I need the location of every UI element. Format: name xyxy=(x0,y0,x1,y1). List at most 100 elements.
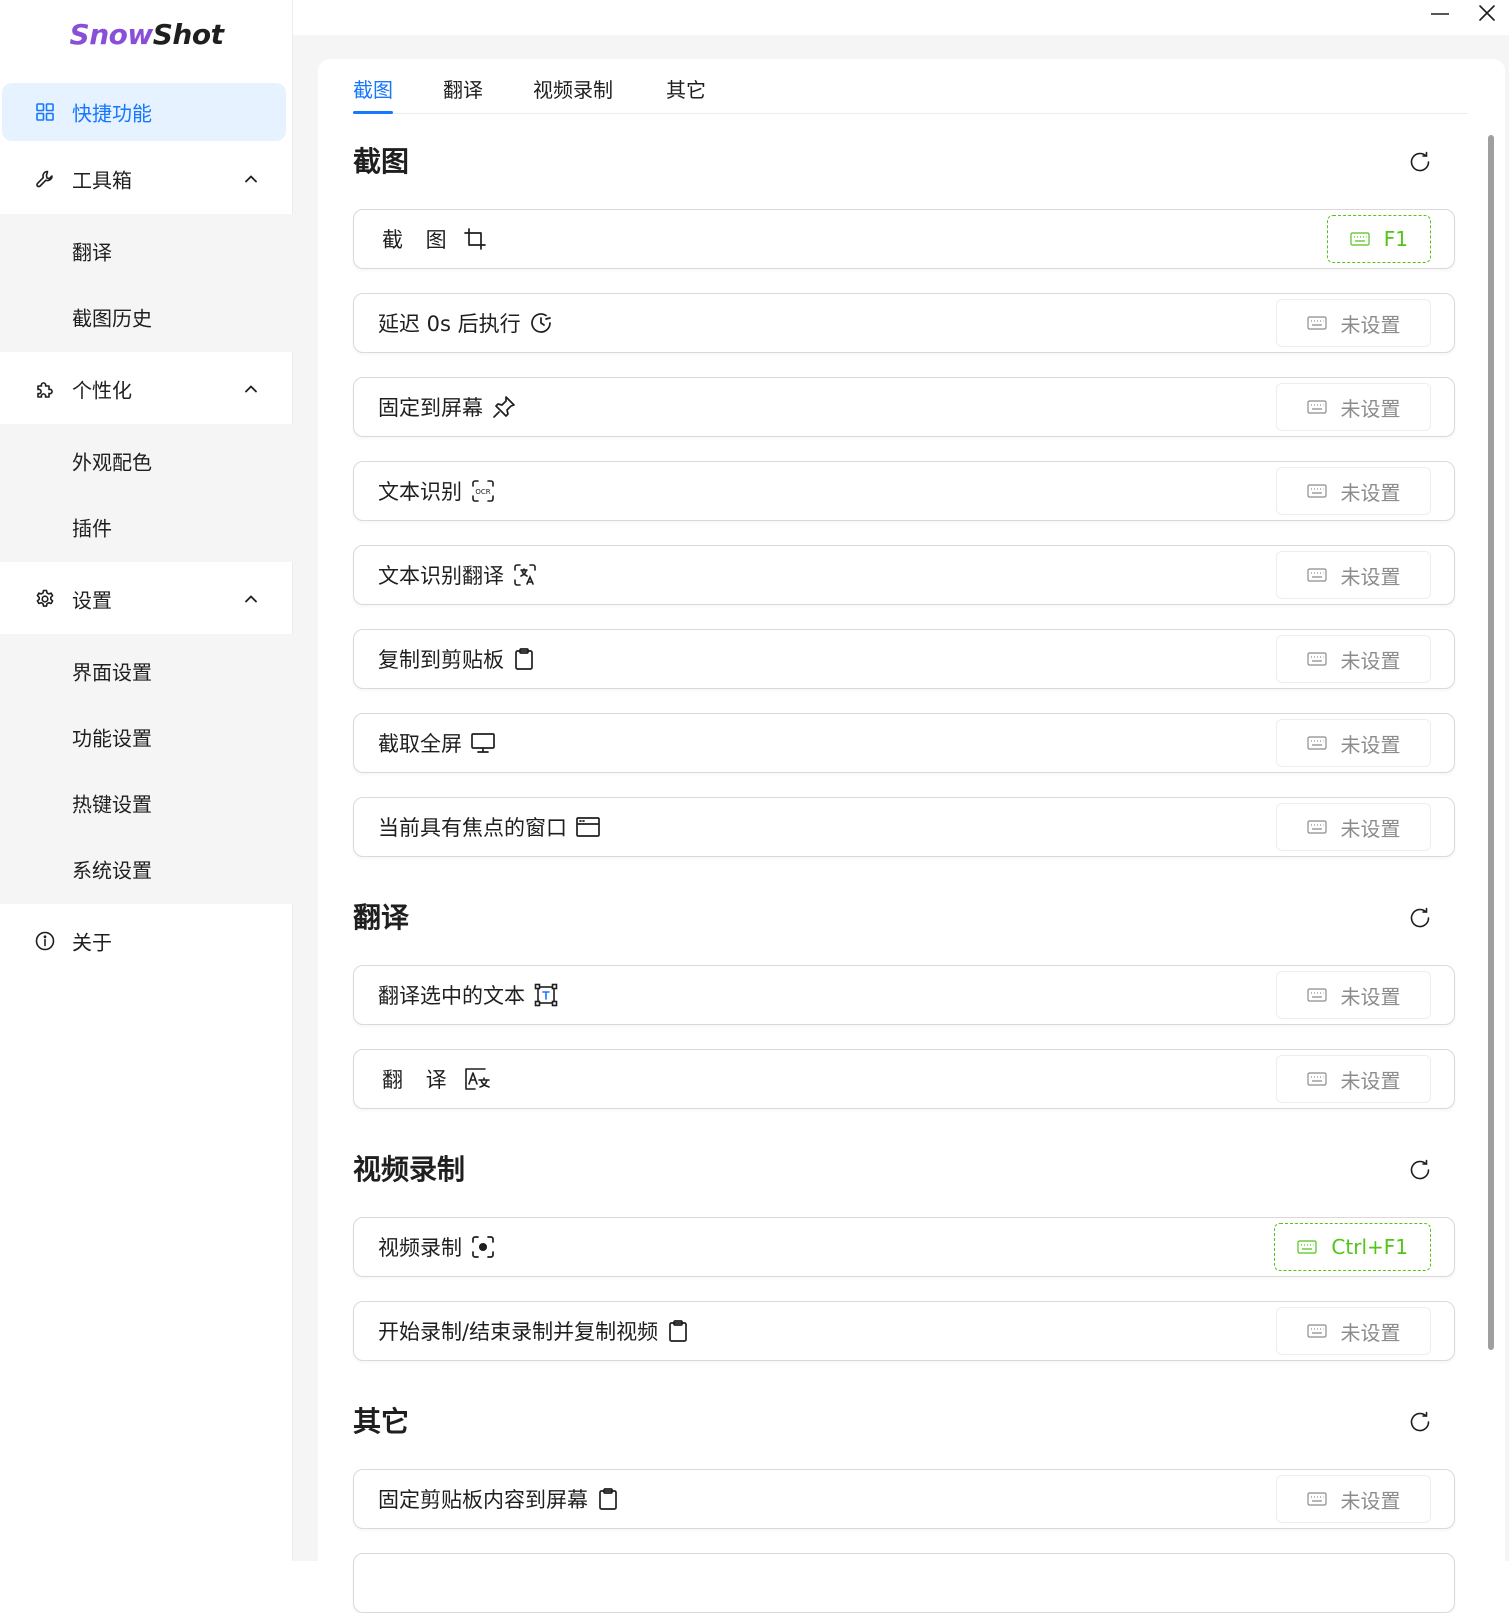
shortcut-row-partial xyxy=(353,1553,1455,1613)
hotkey-input[interactable]: 未设置 xyxy=(1276,635,1431,683)
keyboard-icon xyxy=(1306,1492,1327,1506)
wrench-icon xyxy=(36,170,53,188)
svg-text:OCR: OCR xyxy=(475,488,490,496)
sidebar-item-function-settings[interactable]: 功能设置 xyxy=(0,704,293,770)
sidebar-item-label: 快捷功能 xyxy=(72,101,152,126)
hotkey-input[interactable]: 未设置 xyxy=(1276,1055,1431,1103)
close-icon[interactable] xyxy=(1476,2,1498,24)
sidebar-group-toolbox[interactable]: 工具箱 xyxy=(0,146,293,212)
shortcut-label: 截取全屏 xyxy=(378,728,496,758)
sidebar-item-shortcuts[interactable]: 快捷功能 xyxy=(2,83,286,141)
window-icon xyxy=(576,817,600,837)
clipboard-icon xyxy=(599,1488,617,1510)
hotkey-input[interactable]: 未设置 xyxy=(1276,551,1431,599)
hotkey-input[interactable]: 未设置 xyxy=(1276,803,1431,851)
section-title-translate: 翻译 xyxy=(353,901,410,934)
hotkey-input[interactable]: 未设置 xyxy=(1276,383,1431,431)
ocr-icon: OCR xyxy=(472,480,494,502)
sidebar-group-label: 工具箱 xyxy=(72,168,132,193)
keyboard-icon xyxy=(1306,736,1327,750)
hotkey-input[interactable]: 未设置 xyxy=(1276,299,1431,347)
keyboard-icon xyxy=(1306,568,1327,582)
gear-icon xyxy=(36,589,54,607)
section-title-screenshot: 截图 xyxy=(353,145,410,178)
tab-video-record[interactable]: 视频录制 xyxy=(533,72,613,112)
chevron-up-icon xyxy=(245,385,257,393)
hotkey-input[interactable]: 未设置 xyxy=(1276,1307,1431,1355)
keyboard-icon xyxy=(1306,1324,1327,1338)
keyboard-icon xyxy=(1350,232,1370,246)
sidebar-item-about[interactable]: 关于 xyxy=(0,908,293,974)
sidebar-group-settings[interactable]: 设置 xyxy=(0,566,293,632)
shortcut-row-translate-selected: 翻译选中的文本 未设置 xyxy=(353,965,1455,1025)
sidebar-item-label: 关于 xyxy=(72,930,112,955)
sidebar-item-ui-settings[interactable]: 界面设置 xyxy=(0,638,293,704)
shortcut-label: 翻译选中的文本 xyxy=(378,980,559,1010)
shortcut-label: 开始录制/结束录制并复制视频 xyxy=(378,1316,690,1346)
sidebar: SnowShot 快捷功能 工具箱 翻译 截图历史 个性化 外观配色 插件 设置 xyxy=(0,0,293,1561)
sidebar-group-label: 设置 xyxy=(72,588,112,613)
hotkey-input[interactable]: F1 xyxy=(1326,215,1431,263)
minimize-icon[interactable] xyxy=(1429,4,1451,22)
sidebar-item-translate[interactable]: 翻译 xyxy=(0,218,293,284)
hotkey-input[interactable]: 未设置 xyxy=(1276,467,1431,515)
tab-screenshot[interactable]: 截图 xyxy=(353,72,393,114)
shortcut-row-fullscreen: 截取全屏 未设置 xyxy=(353,713,1455,773)
tab-bar: 截图 翻译 视频录制 其它 xyxy=(353,72,1468,114)
keyboard-icon xyxy=(1306,1072,1327,1086)
shortcut-row-screenshot: 截 图 F1 xyxy=(353,209,1455,269)
title-bar xyxy=(293,0,1509,35)
shortcut-row-ocr-translate: 文本识别翻译 未设置 xyxy=(353,545,1455,605)
crop-icon xyxy=(463,228,486,250)
chevron-up-icon xyxy=(245,175,257,183)
sidebar-item-screenshot-history[interactable]: 截图历史 xyxy=(0,284,293,350)
sidebar-item-appearance[interactable]: 外观配色 xyxy=(0,428,293,494)
keyboard-icon xyxy=(1306,820,1327,834)
shortcut-row-pin: 固定到屏幕 未设置 xyxy=(353,377,1455,437)
section-title-video: 视频录制 xyxy=(353,1153,466,1186)
grid-icon xyxy=(36,103,54,121)
shortcut-label: 复制到剪贴板 xyxy=(378,644,536,674)
shortcut-row-translate: 翻 译 未设置 xyxy=(353,1049,1455,1109)
record-icon xyxy=(472,1236,494,1258)
text-select-icon xyxy=(534,983,558,1007)
tab-other[interactable]: 其它 xyxy=(666,72,706,112)
section-title-other: 其它 xyxy=(353,1405,410,1438)
shortcut-label: 延迟 0s 后执行 xyxy=(378,308,553,338)
keyboard-icon xyxy=(1297,1240,1318,1254)
shortcut-label: 当前具有焦点的窗口 xyxy=(378,812,601,842)
shortcut-row-focused-window: 当前具有焦点的窗口 未设置 xyxy=(353,797,1455,857)
shortcut-label: 视频录制 xyxy=(378,1232,496,1262)
puzzle-icon xyxy=(37,382,53,398)
shortcut-label: 截 图 xyxy=(382,224,487,254)
monitor-icon xyxy=(471,733,495,753)
hotkey-input[interactable]: Ctrl+F1 xyxy=(1274,1223,1431,1271)
ocr-translate-icon xyxy=(514,564,536,586)
sidebar-item-hotkey-settings[interactable]: 热键设置 xyxy=(0,770,293,836)
sidebar-group-personalize[interactable]: 个性化 xyxy=(0,356,293,422)
hotkey-input[interactable]: 未设置 xyxy=(1276,1475,1431,1523)
clock-icon xyxy=(530,313,551,333)
tab-translate[interactable]: 翻译 xyxy=(443,72,483,112)
hotkey-input[interactable]: 未设置 xyxy=(1276,719,1431,767)
shortcut-row-video-record: 视频录制 Ctrl+F1 xyxy=(353,1217,1455,1277)
reset-icon[interactable] xyxy=(1407,149,1433,175)
shortcut-row-copy-clipboard: 复制到剪贴板 未设置 xyxy=(353,629,1455,689)
keyboard-icon xyxy=(1306,988,1327,1002)
hotkey-input[interactable]: 未设置 xyxy=(1276,971,1431,1019)
keyboard-icon xyxy=(1306,400,1327,414)
reset-icon[interactable] xyxy=(1407,1409,1433,1435)
shortcut-row-delay: 延迟 0s 后执行 未设置 xyxy=(353,293,1455,353)
keyboard-icon xyxy=(1306,652,1327,666)
sidebar-item-system-settings[interactable]: 系统设置 xyxy=(0,836,293,902)
app-logo: SnowShot xyxy=(69,18,224,51)
keyboard-icon xyxy=(1306,316,1327,330)
pin-icon xyxy=(493,396,515,418)
translate-icon xyxy=(464,1068,490,1090)
info-icon xyxy=(35,931,55,951)
reset-icon[interactable] xyxy=(1407,1157,1433,1183)
sidebar-item-plugins[interactable]: 插件 xyxy=(0,494,293,560)
scrollbar[interactable] xyxy=(1488,135,1494,1350)
clipboard-icon xyxy=(515,648,533,670)
reset-icon[interactable] xyxy=(1407,905,1433,931)
